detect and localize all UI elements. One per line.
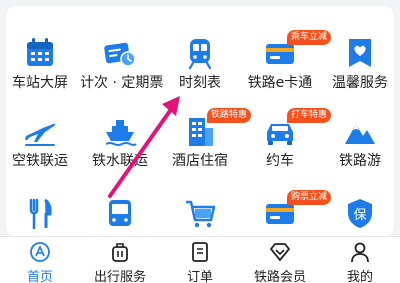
tab-label: 首页 — [26, 270, 53, 283]
tab-rail-membership[interactable]: 铁路会员 — [240, 237, 320, 283]
order-icon — [192, 242, 208, 262]
service-station-screen[interactable]: 车站大屏 — [0, 22, 80, 98]
home-icon — [30, 242, 50, 262]
mountain-icon — [345, 124, 375, 144]
service-label: 车站大屏 — [12, 75, 68, 91]
svg-text:保: 保 — [353, 208, 366, 223]
luggage-icon — [112, 243, 128, 262]
cart-icon — [186, 200, 216, 228]
service-label: 空铁联运 — [12, 153, 68, 169]
tab-label: 铁路会员 — [253, 270, 306, 283]
service-warm-service[interactable]: 温馨服务 — [320, 22, 400, 98]
service-label: 铁路e卡通 — [247, 75, 313, 91]
airplane-icon — [25, 123, 56, 146]
service-rail-travel[interactable]: 铁路游 — [320, 100, 400, 176]
fork-knife-icon — [29, 198, 52, 230]
tab-mine[interactable]: 我的 — [320, 237, 400, 283]
service-hotel[interactable]: 铁路特惠 酒店住宿 — [160, 100, 252, 176]
service-ride-hailing[interactable]: 打车特惠 约车 — [240, 100, 332, 176]
ship-icon — [105, 120, 137, 146]
service-timetable[interactable]: 时刻表 — [160, 22, 240, 98]
person-icon — [351, 242, 369, 263]
service-count-periodic-ticket[interactable]: 计次 · 定期票 — [80, 22, 164, 98]
service-label: 酒店住宿 — [172, 153, 228, 169]
service-label: 温馨服务 — [332, 75, 388, 91]
diamond-icon — [270, 243, 290, 261]
tab-home[interactable]: 首页 — [0, 237, 80, 283]
service-air-rail[interactable]: 空铁联运 — [0, 100, 80, 176]
service-label: 时刻表 — [179, 75, 221, 91]
service-rail-ecard[interactable]: 乘车立减 铁路e卡通 — [240, 22, 332, 98]
tab-orders[interactable]: 订单 — [160, 237, 240, 283]
bus-icon — [109, 200, 131, 226]
ticket-clock-icon — [104, 42, 136, 67]
tab-label: 订单 — [186, 270, 213, 283]
service-label: 铁水联运 — [92, 153, 148, 169]
heart-flag-icon — [349, 39, 371, 67]
service-label: 约车 — [266, 153, 294, 169]
tab-label: 我的 — [346, 270, 373, 283]
shield-icon: 保 — [348, 199, 372, 228]
service-rail-water[interactable]: 铁水联运 — [80, 100, 160, 176]
tab-travel-services[interactable]: 出行服务 — [80, 237, 160, 283]
bottom-tab-bar: 首页 出行服务 订单 铁路会员 我的 — [0, 236, 400, 283]
tab-label: 出行服务 — [93, 270, 146, 283]
service-label: 计次 · 定期票 — [80, 75, 164, 91]
calendar-icon — [27, 38, 53, 66]
train-icon — [188, 39, 212, 70]
service-label: 铁路游 — [339, 153, 381, 169]
services-grid: 车站大屏 计次 · 定期票 时刻表 乘车立减 铁路e卡通 温馨服务 空铁联运 铁… — [0, 0, 400, 230]
